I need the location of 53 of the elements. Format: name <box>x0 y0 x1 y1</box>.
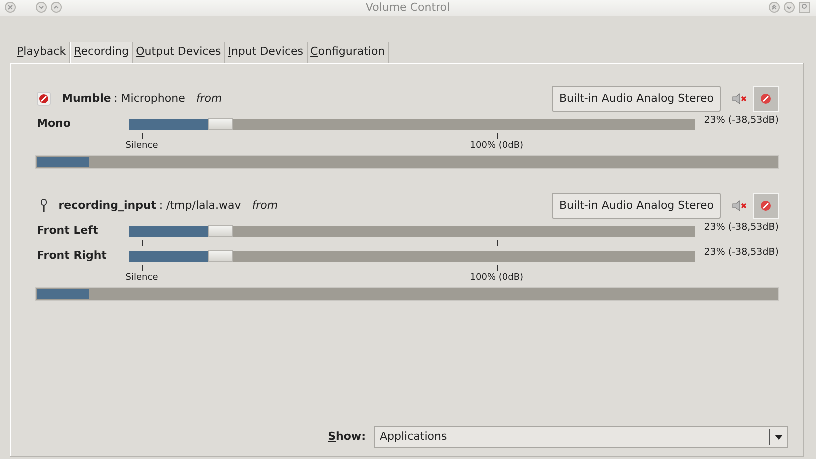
show-dropdown[interactable]: Applications <box>374 426 788 448</box>
window-title: Volume Control <box>366 0 450 16</box>
muted-speaker-icon <box>732 199 748 213</box>
dropdown-arrow-icon <box>774 434 782 440</box>
tick-mark <box>142 133 144 139</box>
close-icon[interactable] <box>5 2 16 13</box>
slider-handle[interactable] <box>208 250 233 262</box>
stop-sign-icon <box>760 200 772 212</box>
tick-mark <box>142 240 144 246</box>
volume-reading: 23% (-38,53dB) <box>703 220 779 235</box>
tab[interactable]: Configuration <box>308 42 390 63</box>
stream-description: : /tmp/lala.wav <box>159 198 242 214</box>
stop-sign-icon <box>37 92 51 106</box>
maximize-icon[interactable] <box>51 2 62 13</box>
lock-button[interactable] <box>753 193 779 219</box>
tab[interactable]: Output Devices <box>133 42 226 63</box>
stream-description: : Microphone <box>114 90 186 107</box>
volume-reading: 23% (-38,53dB) <box>703 246 779 260</box>
tick-mark <box>142 265 144 271</box>
direction-label: from <box>252 198 278 214</box>
volume-reading: 23% (-38,53dB) <box>703 114 779 128</box>
tick-mark <box>496 265 498 271</box>
tick-mark <box>496 240 498 246</box>
direction-label: from <box>196 90 222 107</box>
scale-label: Silence <box>126 272 158 285</box>
volume-slider[interactable] <box>129 250 695 262</box>
stop-sign-icon <box>760 93 772 105</box>
show-label: Show: <box>328 428 366 445</box>
tick-mark <box>496 133 498 139</box>
muted-speaker-icon <box>732 92 748 106</box>
microphone-icon <box>40 199 48 213</box>
slider-handle[interactable] <box>208 118 233 130</box>
tab[interactable]: Input Devices <box>225 42 308 63</box>
volume-slider[interactable] <box>129 226 695 236</box>
shade-icon[interactable] <box>769 2 780 13</box>
channel-label: Mono <box>37 116 72 132</box>
pin-icon[interactable] <box>799 2 810 13</box>
stream-name: recording_input <box>58 198 157 214</box>
minimize-icon[interactable] <box>36 2 47 13</box>
volume-slider[interactable] <box>129 118 695 130</box>
scale-label: Silence <box>126 140 158 153</box>
menu-icon[interactable] <box>784 2 795 13</box>
tab[interactable]: Playback <box>14 42 70 63</box>
channel-label: Front Left <box>37 222 100 239</box>
lock-button[interactable] <box>753 86 779 112</box>
device-button[interactable]: Built-in Audio Analog Stereo <box>552 192 721 220</box>
scale-label: 100% (0dB) <box>470 140 524 153</box>
slider-handle[interactable] <box>208 224 233 236</box>
stream-name: Mumble <box>62 90 112 107</box>
device-button[interactable]: Built-in Audio Analog Stereo <box>552 86 721 112</box>
tab[interactable]: Recording <box>70 42 134 63</box>
scale-label: 100% (0dB) <box>470 272 524 285</box>
channel-label: Front Right <box>37 248 108 264</box>
